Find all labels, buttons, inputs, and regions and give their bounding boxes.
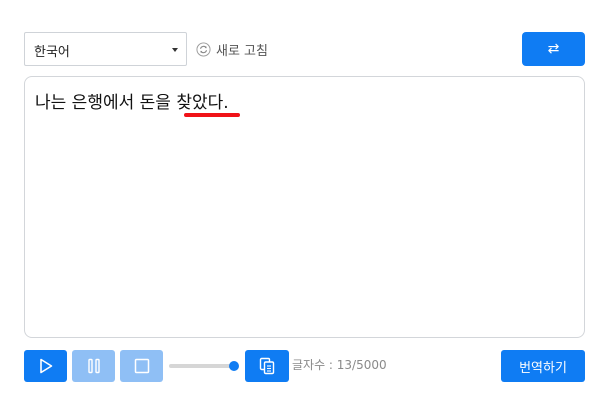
copy-icon (259, 357, 275, 375)
volume-slider-handle[interactable] (229, 361, 239, 371)
translate-button-label: 번역하기 (519, 360, 567, 376)
refresh-icon (196, 41, 211, 57)
refresh-label: 새로 고침 (216, 43, 268, 59)
copy-button[interactable] (245, 350, 289, 382)
pause-button[interactable] (72, 350, 115, 382)
language-select[interactable]: 한국어 (24, 32, 187, 66)
swap-icon: ⇄ (547, 41, 560, 57)
volume-slider-track (169, 364, 231, 368)
spelling-error-underline (184, 113, 240, 117)
source-text-area[interactable]: 나는 은행에서 돈을 찾았다. (24, 76, 585, 338)
volume-slider[interactable] (169, 361, 239, 371)
stop-icon (134, 358, 149, 374)
pause-icon (87, 358, 100, 374)
chevron-down-icon (172, 48, 178, 52)
translate-button[interactable]: 번역하기 (501, 350, 585, 382)
play-icon (39, 358, 52, 374)
refresh-button[interactable]: 새로 고침 (196, 39, 268, 59)
play-button[interactable] (24, 350, 67, 382)
stop-button[interactable] (120, 350, 163, 382)
swap-languages-button[interactable]: ⇄ (522, 32, 585, 66)
language-select-value: 한국어 (34, 45, 70, 60)
source-text: 나는 은행에서 돈을 찾았다. (35, 93, 229, 113)
character-count: 글자수 : 13/5000 (292, 358, 387, 372)
